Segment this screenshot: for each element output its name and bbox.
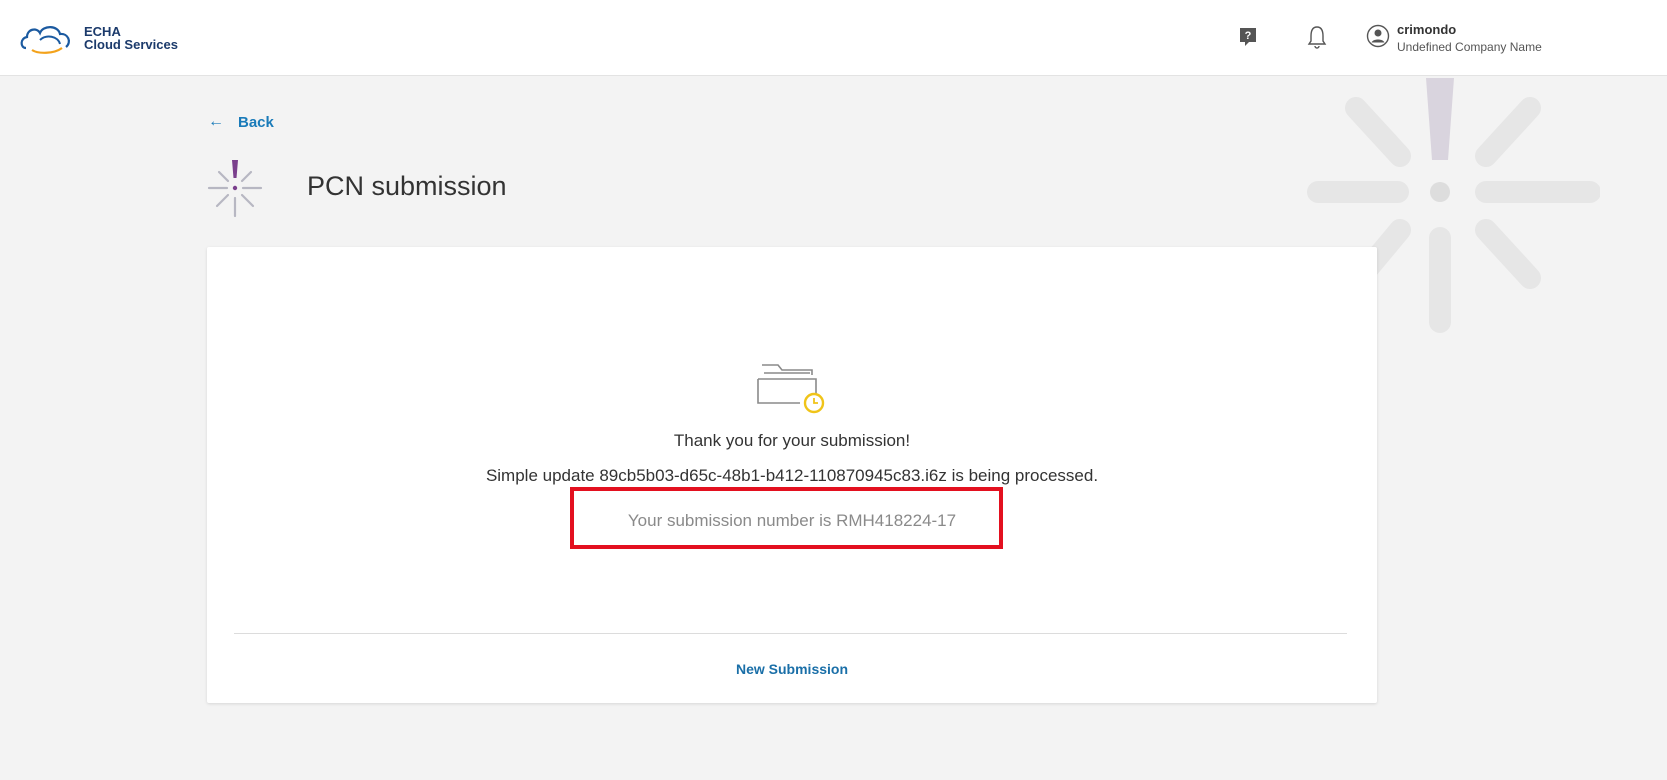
cloud-logo-icon bbox=[20, 26, 70, 54]
submission-card: Thank you for your submission! Simple up… bbox=[207, 247, 1377, 703]
pcn-starburst-icon bbox=[207, 160, 263, 218]
arrow-left-icon: ← bbox=[208, 113, 224, 130]
user-name[interactable]: crimondo bbox=[1397, 22, 1456, 37]
logo-line2: Cloud Services bbox=[84, 37, 178, 52]
logo-text: ECHA Cloud Services bbox=[84, 25, 178, 51]
back-label: Back bbox=[238, 113, 274, 131]
top-bar: ECHA Cloud Services ? crimondo Undefined… bbox=[0, 0, 1667, 76]
echa-logo[interactable]: ECHA Cloud Services bbox=[18, 20, 178, 56]
bell-icon[interactable] bbox=[1306, 24, 1328, 50]
submission-number: Your submission number is RMH418224-17 bbox=[627, 511, 957, 530]
card-divider bbox=[234, 633, 1347, 634]
new-submission-button[interactable]: New Submission bbox=[207, 661, 1377, 677]
user-circle-icon[interactable] bbox=[1366, 24, 1390, 48]
back-link[interactable]: ← Back bbox=[208, 113, 274, 131]
page-title: PCN submission bbox=[307, 171, 507, 201]
thank-you-message: Thank you for your submission! bbox=[673, 431, 911, 450]
question-mark-icon[interactable]: ? bbox=[1238, 26, 1258, 48]
svg-text:?: ? bbox=[1245, 30, 1252, 42]
folder-clock-icon bbox=[757, 364, 825, 414]
user-company: Undefined Company Name bbox=[1397, 40, 1542, 54]
processing-message: Simple update 89cb5b03-d65c-48b1-b412-11… bbox=[485, 466, 1099, 485]
